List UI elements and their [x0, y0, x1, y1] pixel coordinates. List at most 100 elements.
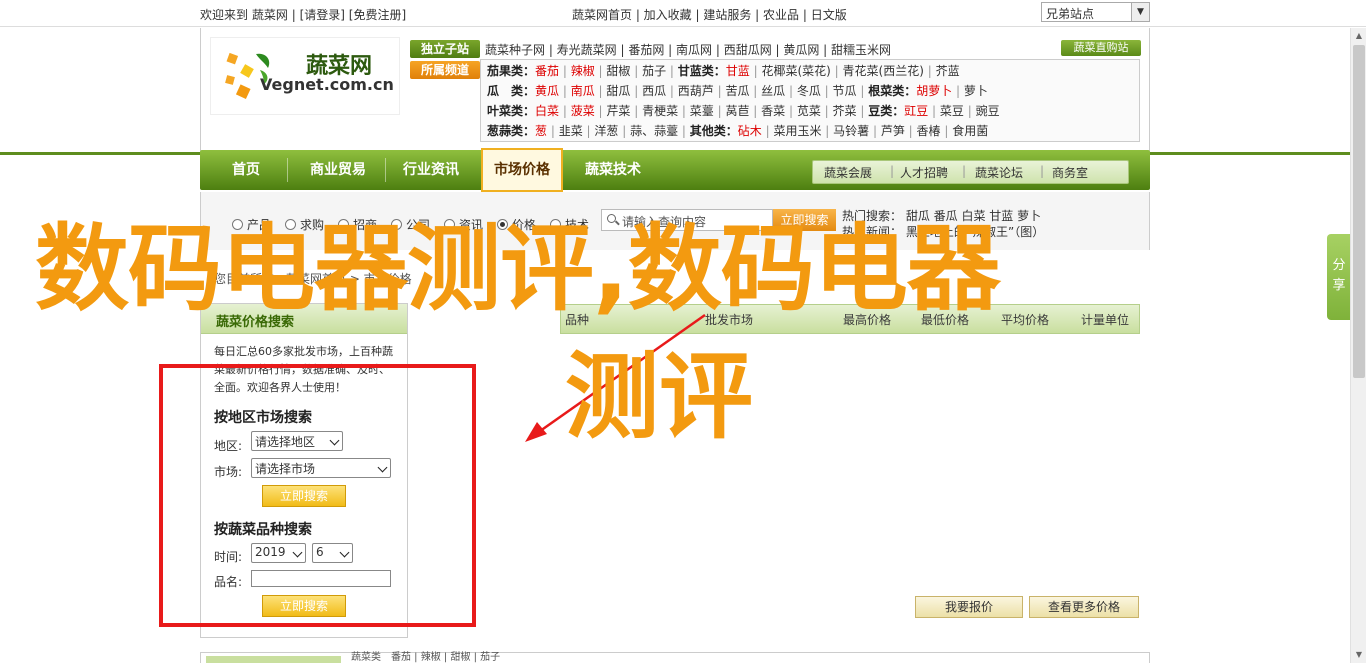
separator: | [594, 64, 607, 78]
category-link[interactable]: 菠菜 [571, 104, 595, 118]
overlay-title-line1: 数码电器测评,数码电器 [35, 215, 1001, 324]
separator: | [559, 104, 571, 118]
scrollbar-thumb[interactable] [1353, 45, 1365, 378]
separator: | [749, 104, 762, 118]
separator: | [713, 104, 726, 118]
site-link[interactable]: 蔬菜网 [252, 8, 288, 22]
category-link[interactable]: 芥菜 [833, 104, 857, 118]
category-link[interactable]: 黄瓜 [535, 84, 559, 98]
category-link[interactable]: 冬瓜 [797, 84, 821, 98]
direct-buy-button[interactable]: 蔬菜直购站 [1061, 40, 1141, 56]
top-links[interactable]: 蔬菜网首页 | 加入收藏 | 建站服务 | 农业品 | 日文版 [572, 6, 847, 23]
separator: | [785, 84, 797, 98]
category-link[interactable]: 甘蓝 [726, 64, 750, 78]
category-link[interactable]: 莴苣 [725, 104, 749, 118]
separator: | [785, 104, 797, 118]
separator: | [749, 64, 762, 78]
category-row: 茄果类：番茄 | 辣椒 | 甜椒 | 茄子 | 甘蓝类：甘蓝 | 花椰菜(菜花)… [487, 61, 960, 81]
separator: | [559, 84, 571, 98]
category-link[interactable]: 豇豆 [904, 104, 928, 118]
category-link[interactable]: 胡萝卜 [916, 84, 952, 98]
category-link[interactable]: 甜瓜 [606, 84, 630, 98]
separator: | [678, 104, 690, 118]
subnav-expo[interactable]: 蔬菜会展 [824, 164, 872, 181]
category-link[interactable]: 砧木 [738, 124, 762, 138]
separator: | [594, 104, 607, 118]
subnav-forum[interactable]: 蔬菜论坛 [975, 164, 1023, 181]
category-link[interactable]: 马铃薯 [833, 124, 869, 138]
category-link[interactable]: 花椰菜(菜花) [761, 64, 830, 78]
subnav-office[interactable]: 商务室 [1052, 164, 1088, 181]
category-row: 叶菜类：白菜 | 菠菜 | 芹菜 | 青梗菜 | 菜薹 | 莴苣 | 香菜 | … [487, 101, 1000, 121]
category-link[interactable]: 洋葱 [594, 124, 618, 138]
highlight-box [159, 364, 476, 627]
independent-sites-tag: 独立子站 [410, 40, 480, 58]
category-link[interactable]: 菜薹 [690, 104, 714, 118]
nav-tech[interactable]: 蔬菜技术 [572, 150, 654, 190]
separator: | [666, 84, 678, 98]
category-link[interactable]: 食用菌 [952, 124, 988, 138]
category-link[interactable]: 番茄 [535, 64, 559, 78]
category-link[interactable]: 香菜 [761, 104, 785, 118]
category-link[interactable]: 南瓜 [571, 84, 595, 98]
separator: | [928, 104, 940, 118]
register-link[interactable]: [免费注册] [349, 8, 406, 22]
more-prices-button[interactable]: 查看更多价格 [1029, 596, 1139, 618]
next-section-text: 蔬菜类 番茄 | 辣椒 | 甜椒 | 茄子 [351, 652, 501, 663]
separator: | [904, 124, 917, 138]
category-link[interactable]: 青花菜(西兰花) [843, 64, 924, 78]
sub-sites-links[interactable]: 蔬菜种子网 | 寿光蔬菜网 | 番茄网 | 南瓜网 | 西甜瓜网 | 黄瓜网 |… [485, 41, 891, 58]
separator: | [630, 84, 643, 98]
col-unit: 计量单位 [1081, 313, 1130, 327]
category-link[interactable]: 豌豆 [976, 104, 1000, 118]
subnav-jobs[interactable]: 人才招聘 [900, 164, 948, 181]
category-link[interactable]: 西葫芦 [678, 84, 714, 98]
category-link[interactable]: 萝卜 [964, 84, 988, 98]
separator: | [923, 64, 936, 78]
separator: | [594, 84, 607, 98]
category-link[interactable]: 蒜、蒜薹 [630, 124, 678, 138]
category-label: 瓜 类： [487, 84, 536, 98]
category-link[interactable]: 苦瓜 [725, 84, 749, 98]
nav-trade[interactable]: 商业贸易 [297, 150, 379, 190]
logo-en: Vegnet.com.cn [260, 75, 394, 94]
nav-news[interactable]: 行业资讯 [390, 150, 472, 190]
separator: | [830, 64, 843, 78]
category-link[interactable]: 白菜 [535, 104, 559, 118]
category-label: 葱蒜类： [487, 124, 536, 138]
category-link[interactable]: 苋菜 [797, 104, 821, 118]
category-link[interactable]: 茄子 [642, 64, 666, 78]
report-price-button[interactable]: 我要报价 [915, 596, 1023, 618]
category-link[interactable]: 青梗菜 [642, 104, 678, 118]
sister-sites-select[interactable]: 兄弟站点 ▼ [1041, 2, 1150, 22]
nav-separator [287, 158, 288, 182]
category-link[interactable]: 辣椒 [571, 64, 595, 78]
nav-home[interactable]: 首页 [211, 150, 281, 190]
section-header-bar [206, 656, 341, 663]
category-link[interactable]: 芥蓝 [936, 64, 960, 78]
category-link[interactable]: 节瓜 [833, 84, 857, 98]
category-link[interactable]: 菜用玉米 [773, 124, 821, 138]
category-link[interactable]: 葱 [535, 124, 547, 138]
category-link[interactable]: 芦笋 [881, 124, 905, 138]
category-link[interactable]: 丝瓜 [761, 84, 785, 98]
separator: | [582, 124, 595, 138]
category-link[interactable]: 韭菜 [559, 124, 583, 138]
category-link[interactable]: 西瓜 [642, 84, 666, 98]
subnav-separator: | [890, 164, 895, 178]
category-link[interactable]: 芹菜 [606, 104, 630, 118]
page-scrollbar[interactable]: ▲ ▼ [1350, 28, 1366, 663]
scroll-down-icon[interactable]: ▼ [1351, 647, 1366, 663]
sister-sites-value: 兄弟站点 [1046, 7, 1095, 21]
category-link[interactable]: 甜椒 [606, 64, 630, 78]
category-link[interactable]: 菜豆 [940, 104, 964, 118]
login-link[interactable]: [请登录] [300, 8, 345, 22]
top-bar: 欢迎来到 蔬菜网 | [请登录] [免费注册] 蔬菜网首页 | 加入收藏 | 建… [0, 0, 1366, 27]
share-button[interactable]: 分享 [1327, 234, 1351, 320]
category-link[interactable]: 香椿 [917, 124, 941, 138]
scroll-up-icon[interactable]: ▲ [1351, 28, 1366, 44]
nav-market-price[interactable]: 市场价格 [481, 148, 563, 192]
dropdown-arrow-icon: ▼ [1131, 3, 1149, 21]
separator: | [618, 124, 631, 138]
category-label: 其他类： [689, 124, 738, 138]
